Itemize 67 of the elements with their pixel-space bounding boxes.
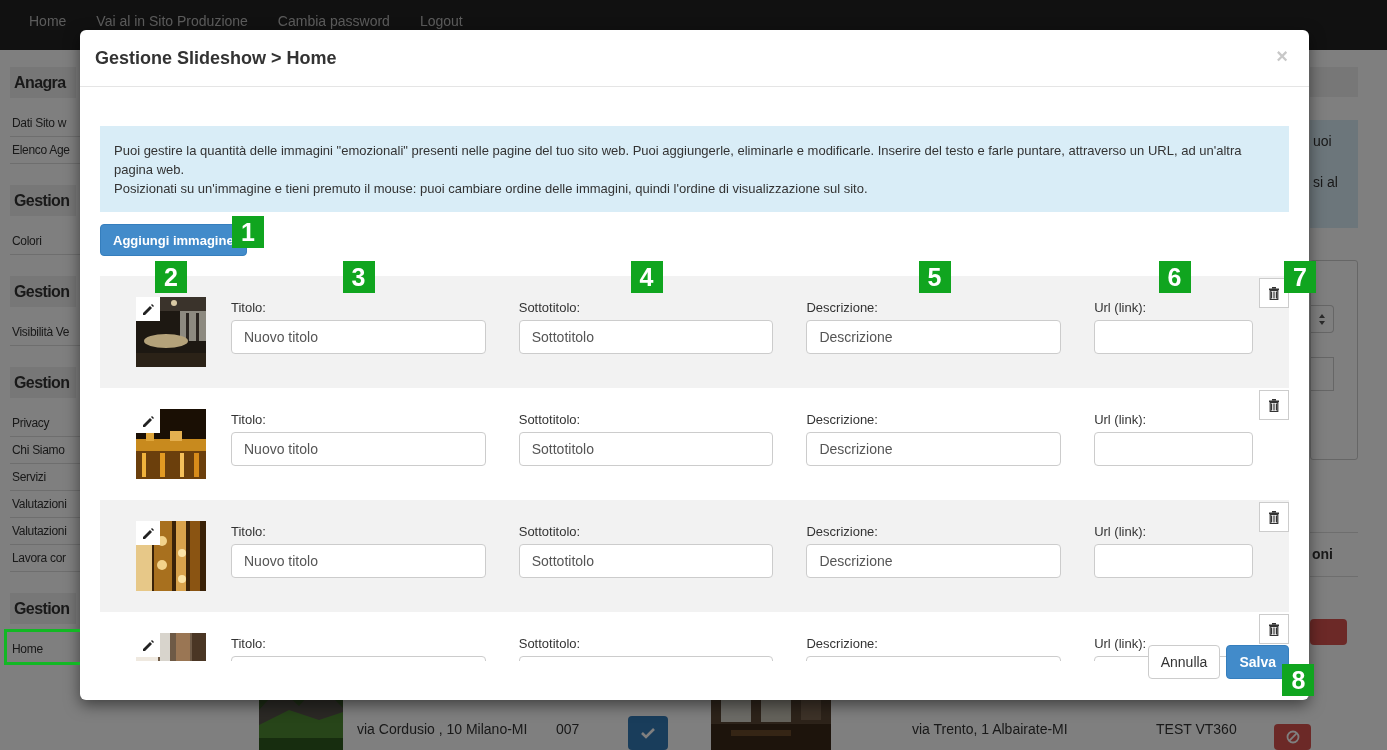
text-field[interactable]: Sottotitolo (518, 432, 774, 466)
field-label: Url (link): (1094, 635, 1148, 652)
field-label: Descrizione: (806, 411, 879, 428)
text-field[interactable]: Nuovo titolo (231, 544, 486, 578)
field-label: Url (link): (1094, 523, 1148, 540)
sidebar-item[interactable]: Colori (10, 228, 42, 254)
text-field[interactable]: Descrizione (806, 544, 1062, 578)
field-label: Titolo: (231, 523, 267, 540)
sidebar-item[interactable]: Servizi (10, 464, 46, 490)
field-label: Titolo: (231, 411, 267, 428)
section-heading: Anagra (10, 67, 76, 98)
sidebar-item[interactable]: Dati Sito w (10, 110, 67, 136)
code-text: TEST VT360 (1156, 721, 1238, 737)
field-label: Descrizione: (806, 523, 879, 540)
field-label: Url (link): (1094, 411, 1148, 428)
nav-link[interactable]: Home (29, 14, 67, 29)
sidebar-item[interactable]: Chi Siamo (10, 437, 65, 463)
slide-row[interactable]: Titolo: Nuovo titolo Sottotitolo: Sottotitolo Descrizione: Descrizione Url (link): (100, 388, 1289, 500)
alert-text: uoi (1313, 132, 1333, 151)
sidebar-item[interactable]: Valutazioni (10, 491, 67, 517)
address-text: via Trento, 1 Albairate-MI (912, 721, 1069, 737)
field-label: Descrizione: (806, 299, 879, 316)
section-heading: Gestion (10, 276, 76, 307)
sidebar-item[interactable]: Home (10, 636, 43, 662)
nav-link[interactable]: Cambia password (277, 14, 390, 29)
sidebar-item[interactable]: Lavora cor (10, 545, 66, 571)
sidebar-item[interactable]: Privacy (10, 410, 50, 436)
callout-badge: 8 (1282, 664, 1315, 696)
callout-badge: 5 (918, 261, 951, 293)
field-label: Sottotitolo: (518, 523, 582, 540)
field-label: Titolo: (231, 299, 267, 316)
cancel-button[interactable]: Annulla (1147, 645, 1221, 679)
field-label: Titolo: (231, 635, 267, 652)
info-text: Posizionati su un'immagine e tieni premuto il mouse: puoi cambiare ordine delle immagini, quindi l'ordine di visualizzazione sul sito. (114, 180, 869, 198)
sidebar-item[interactable]: Elenco Age (10, 137, 70, 163)
callout-badge: 3 (342, 261, 375, 293)
slide-row[interactable]: Titolo: Nuovo titolo Sottotitolo: Sottotitolo Descrizione: Descrizione Url (link): (100, 500, 1289, 612)
table-header-cell: oni (1310, 532, 1358, 577)
alert-text: si al (1313, 173, 1339, 192)
sidebar-item[interactable]: Visibilità Ve (10, 319, 70, 345)
section-heading: Gestion (10, 367, 76, 398)
field-label: Url (link): (1094, 299, 1148, 316)
text-field[interactable]: Descrizione (806, 320, 1062, 354)
field-label: Sottotitolo: (518, 635, 582, 652)
field-label: Descrizione: (806, 635, 879, 652)
modal-title: Gestione Slideshow > Home (95, 47, 337, 69)
nav-link[interactable]: Vai al in Sito Produzione (96, 14, 248, 29)
sidebar-item[interactable]: Valutazioni (10, 518, 67, 544)
section-heading: Gestion (10, 185, 76, 216)
text-field[interactable]: Nuovo titolo (231, 320, 486, 354)
callout-badge: 7 (1284, 261, 1316, 293)
nav-link[interactable]: Logout (419, 14, 463, 29)
field-label: Sottotitolo: (518, 299, 582, 316)
text-field[interactable]: Sottotitolo (518, 544, 774, 578)
info-text: Puoi gestire la quantità delle immagini "emozionali" presenti nelle pagine del tuo sito web. Puoi aggiungerle, eliminarle e modificarle. Inserire del testo e farle puntare, attraverso un URL, ad un'altra pagina web. (114, 142, 1243, 179)
field-label: Sottotitolo: (518, 411, 582, 428)
address-text: via Cordusio , 10 Milano-MI (357, 721, 529, 737)
text-field[interactable]: Sottotitolo (518, 320, 774, 354)
callout-badge: 2 (155, 261, 187, 293)
section-heading: Gestion (10, 593, 76, 624)
text-field[interactable]: Descrizione (806, 432, 1062, 466)
callout-badge: 6 (1158, 261, 1191, 293)
save-button[interactable]: Salva (1226, 645, 1289, 679)
callout-badge: 4 (630, 261, 663, 293)
callout-badge: 1 (232, 216, 264, 248)
text-field[interactable]: Nuovo titolo (231, 432, 486, 466)
code-text: 007 (556, 721, 581, 737)
